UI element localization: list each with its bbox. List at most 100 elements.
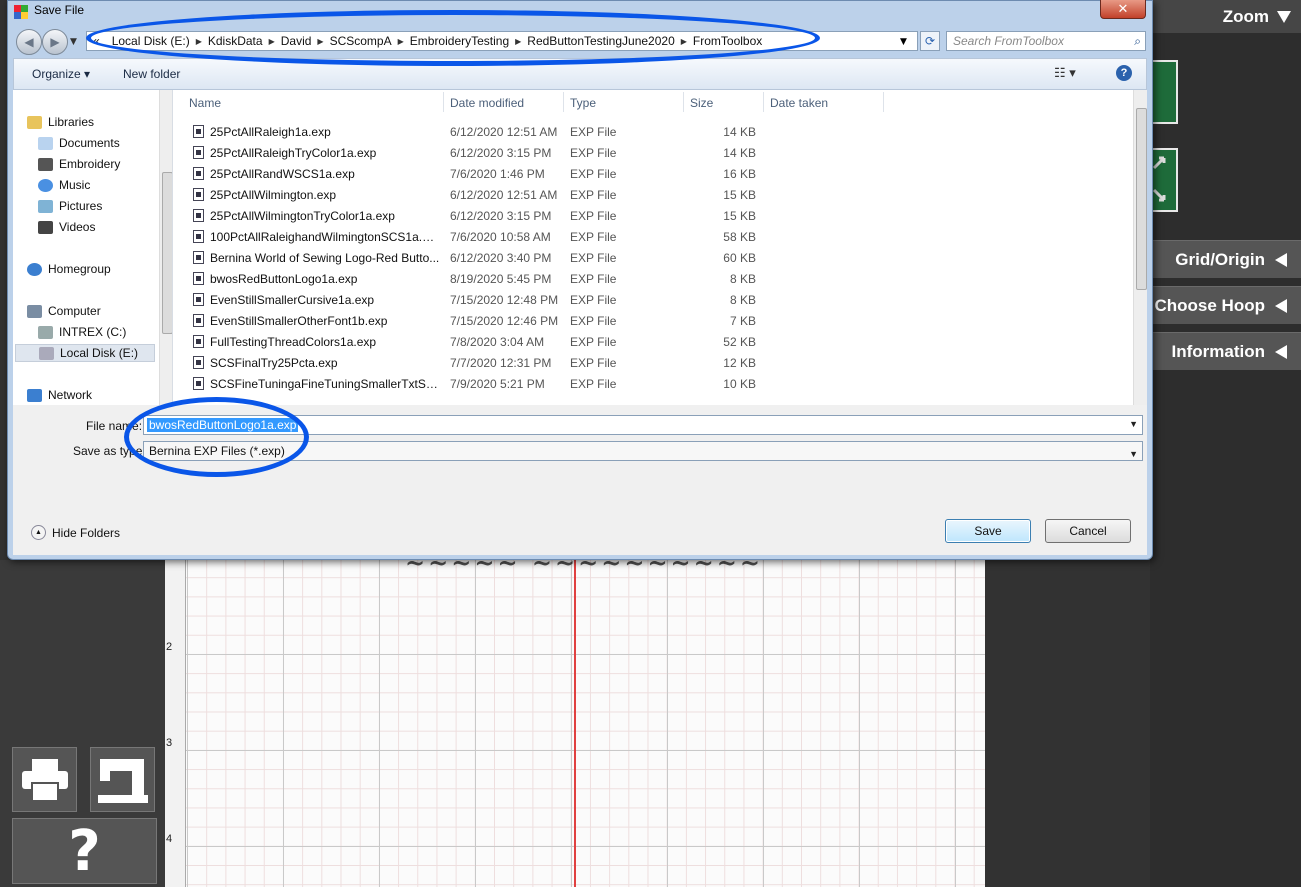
file-type: EXP File — [570, 209, 617, 223]
file-list-scrollbar[interactable] — [1133, 90, 1147, 405]
table-row[interactable]: 25PctAllRaleighTryColor1a.exp 6/12/2020 3… — [173, 143, 1133, 164]
column-type[interactable]: Type — [570, 96, 596, 110]
help-button[interactable]: ? — [12, 818, 157, 884]
help-icon[interactable]: ? — [1116, 65, 1132, 81]
nav-scrollbar[interactable] — [159, 90, 172, 405]
organize-button[interactable]: Organize ▾ — [32, 67, 90, 81]
column-date-taken[interactable]: Date taken — [770, 96, 828, 110]
file-list-header: Name Date modified Type Size Date taken — [173, 90, 1147, 114]
new-folder-button[interactable]: New folder — [123, 67, 180, 81]
nav-libraries[interactable]: Libraries — [27, 115, 94, 129]
table-row[interactable]: Bernina World of Sewing Logo-Red Butto..… — [173, 248, 1133, 269]
table-row[interactable]: bwosRedButtonLogo1a.exp 8/19/2020 5:45 PM… — [173, 269, 1133, 290]
scroll-thumb[interactable] — [162, 172, 172, 334]
homegroup-icon — [27, 262, 42, 276]
nav-documents[interactable]: Documents — [38, 136, 120, 150]
file-size: 14 KB — [723, 125, 756, 139]
search-placeholder: Search FromToolbox — [953, 34, 1064, 48]
music-icon — [38, 178, 53, 192]
chevron-down-icon[interactable]: ▼ — [1129, 419, 1138, 429]
table-row[interactable]: EvenStillSmallerOtherFont1b.exp 7/15/2020… — [173, 311, 1133, 332]
table-row[interactable]: 25PctAllRandWSCS1a.exp 7/6/2020 1:46 PM EX… — [173, 164, 1133, 185]
file-name: bwosRedButtonLogo1a.exp — [210, 272, 358, 286]
nav-videos[interactable]: Videos — [38, 220, 95, 234]
nav-homegroup[interactable]: Homegroup — [27, 262, 111, 276]
table-row[interactable]: 25PctAllWilmington.exp 6/12/2020 12:51 AM… — [173, 185, 1133, 206]
send-to-machine-button[interactable] — [90, 747, 155, 812]
file-size: 14 KB — [723, 146, 756, 160]
file-date: 6/12/2020 3:40 PM — [450, 251, 552, 265]
table-row[interactable]: SCSFinalTry25Pcta.exp 7/7/2020 12:31 PM EX… — [173, 353, 1133, 374]
view-options-icon[interactable]: ☷ ▾ — [1054, 65, 1076, 81]
exp-file-icon — [193, 335, 204, 348]
save-button[interactable]: Save — [945, 519, 1031, 543]
file-size: 60 KB — [723, 251, 756, 265]
scroll-thumb[interactable] — [1136, 108, 1147, 290]
nav-music[interactable]: Music — [38, 178, 90, 192]
forward-button[interactable]: ▶ — [42, 29, 68, 55]
file-date: 6/12/2020 3:15 PM — [450, 209, 552, 223]
exp-file-icon — [193, 230, 204, 243]
exp-file-icon — [193, 314, 204, 327]
tab-information[interactable]: Information — [1150, 332, 1301, 370]
table-row[interactable]: SCSFineTuningaFineTuningSmallerTxtSC... 7… — [173, 374, 1133, 395]
column-size[interactable]: Size — [690, 96, 713, 110]
arrow-left-icon: ◀ — [24, 35, 34, 49]
file-type: EXP File — [570, 167, 617, 181]
table-row[interactable]: FullTestingThreadColors1a.exp 7/8/2020 3:… — [173, 332, 1133, 353]
file-size: 58 KB — [723, 230, 756, 244]
refresh-button[interactable]: ⟳ — [920, 31, 940, 51]
nav-label: Documents — [59, 136, 120, 150]
column-divider[interactable] — [443, 92, 444, 112]
table-row[interactable]: 25PctAllWilmingtonTryColor1a.exp 6/12/202… — [173, 206, 1133, 227]
file-type: EXP File — [570, 146, 617, 160]
column-divider[interactable] — [563, 92, 564, 112]
column-divider[interactable] — [883, 92, 884, 112]
tab-choose-hoop[interactable]: Choose Hoop — [1150, 286, 1301, 324]
zoom-header[interactable]: Zoom — [1150, 0, 1301, 33]
file-name: 25PctAllWilmingtonTryColor1a.exp — [210, 209, 395, 223]
file-name: 25PctAllRaleighTryColor1a.exp — [210, 146, 377, 160]
ruler-label: 3 — [166, 737, 173, 749]
file-size: 10 KB — [723, 377, 756, 391]
column-divider[interactable] — [763, 92, 764, 112]
nav-network[interactable]: Network — [27, 388, 92, 402]
file-name: 25PctAllRandWSCS1a.exp — [210, 167, 355, 181]
hide-folders-button[interactable]: ▲ Hide Folders — [31, 525, 120, 540]
nav-local-disk[interactable]: Local Disk (E:) — [15, 344, 155, 362]
nav-pictures[interactable]: Pictures — [38, 199, 102, 213]
triangle-left-icon — [1275, 298, 1287, 313]
recent-locations-dropdown[interactable]: ▼ — [70, 37, 77, 47]
search-input[interactable]: Search FromToolbox ⌕ — [946, 31, 1146, 51]
file-type: EXP File — [570, 356, 617, 370]
tab-grid-origin[interactable]: Grid/Origin — [1150, 240, 1301, 278]
nav-embroidery[interactable]: Embroidery — [38, 157, 120, 171]
table-row[interactable]: 100PctAllRaleighandWilmingtonSCS1a.exp 7/… — [173, 227, 1133, 248]
arrow-right-icon: ▶ — [50, 35, 60, 49]
table-row[interactable]: 25PctAllRaleigh1a.exp 6/12/2020 12:51 AM E… — [173, 122, 1133, 143]
exp-file-icon — [193, 167, 204, 180]
back-button[interactable]: ◀ — [16, 29, 42, 55]
table-row[interactable]: EvenStillSmallerCursive1a.exp 7/15/2020 1… — [173, 290, 1133, 311]
file-name: Bernina World of Sewing Logo-Red Butto..… — [210, 251, 440, 265]
file-date: 6/12/2020 3:15 PM — [450, 146, 552, 160]
print-button[interactable] — [12, 747, 77, 812]
nav-computer[interactable]: Computer — [27, 304, 101, 318]
cancel-button[interactable]: Cancel — [1045, 519, 1131, 543]
file-type: EXP File — [570, 314, 617, 328]
column-name[interactable]: Name — [189, 96, 221, 110]
nav-label: Homegroup — [48, 262, 111, 276]
file-date: 7/6/2020 10:58 AM — [450, 230, 551, 244]
nav-intrex[interactable]: INTREX (C:) — [38, 325, 126, 339]
file-size: 15 KB — [723, 209, 756, 223]
document-icon — [38, 136, 53, 150]
exp-file-icon — [193, 272, 204, 285]
column-date[interactable]: Date modified — [450, 96, 524, 110]
file-type: EXP File — [570, 251, 617, 265]
save-file-dialog: Save File ✕ ◀ ▶ ▼ « Local Disk (E:) ▶ Kdi… — [7, 0, 1153, 560]
address-dropdown[interactable]: ▼ — [900, 37, 907, 47]
file-type: EXP File — [570, 125, 617, 139]
close-button[interactable]: ✕ — [1100, 0, 1146, 19]
file-date: 7/8/2020 3:04 AM — [450, 335, 545, 349]
column-divider[interactable] — [683, 92, 684, 112]
